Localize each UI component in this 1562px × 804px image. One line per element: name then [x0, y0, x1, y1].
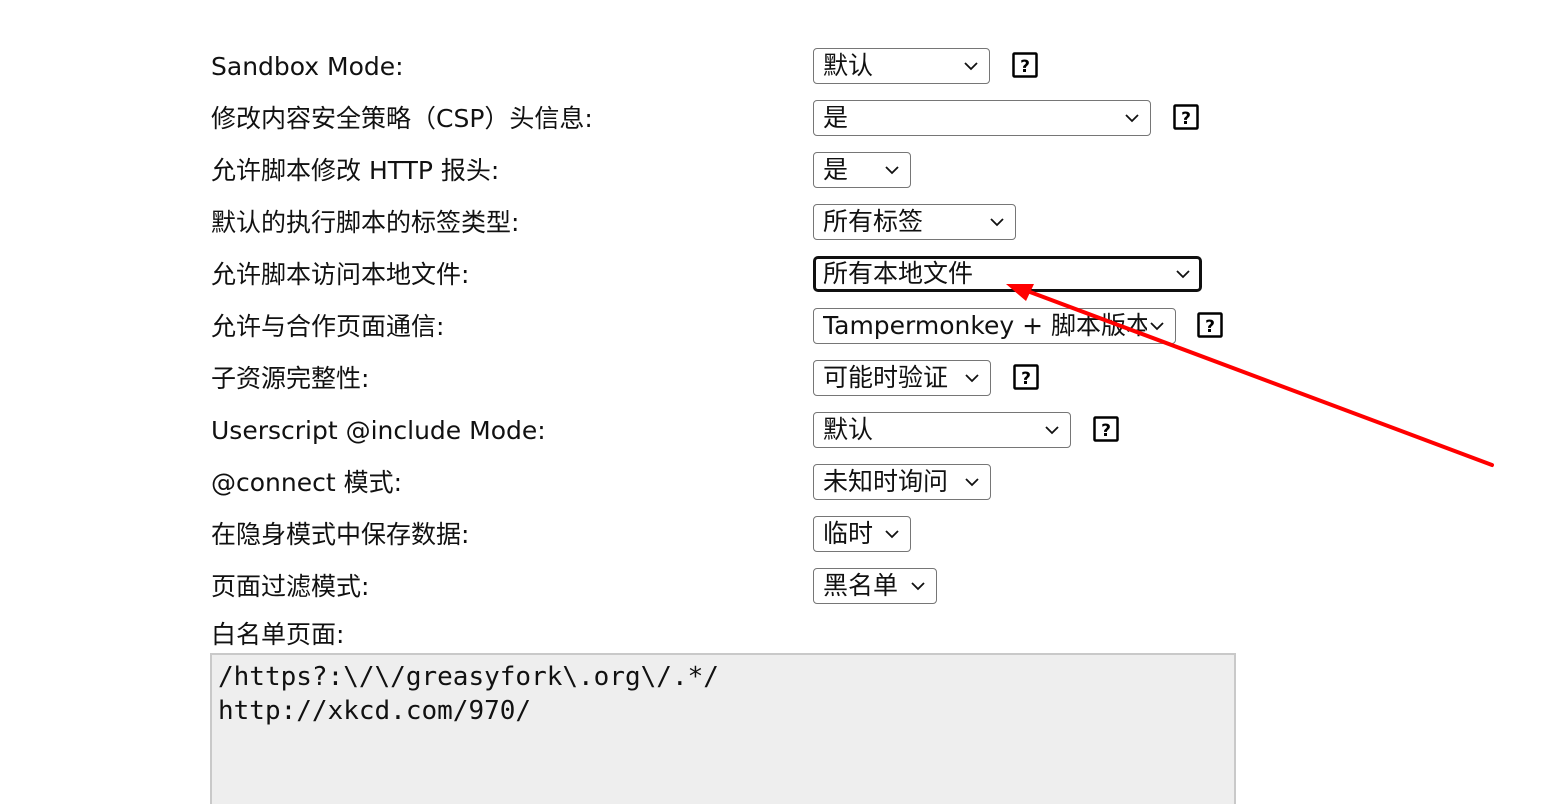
connect-mode-label: @connect 模式:	[211, 468, 403, 497]
chevron-down-icon	[1176, 270, 1190, 279]
help-icon[interactable]: ?	[1093, 416, 1119, 442]
sandbox-mode-select[interactable]: 默认	[813, 48, 990, 84]
setting-row-subresource-integrity: 子资源完整性: 可能时验证 ?	[0, 359, 1562, 399]
connect-mode-select[interactable]: 未知时询问	[813, 464, 991, 500]
local-files-value: 所有本地文件	[823, 259, 974, 288]
svg-text:?: ?	[1101, 421, 1111, 441]
setting-row-incognito-storage: 在隐身模式中保存数据: 临时	[0, 515, 1562, 555]
whitelist-label: 白名单页面:	[211, 620, 345, 649]
page-filter-mode-label: 页面过滤模式:	[211, 572, 370, 601]
setting-row-sandbox-mode: Sandbox Mode: 默认 ?	[0, 47, 1562, 87]
subresource-integrity-label: 子资源完整性:	[211, 364, 370, 393]
page-filter-mode-select[interactable]: 黑名单	[813, 568, 937, 604]
help-icon[interactable]: ?	[1012, 52, 1038, 78]
svg-text:?: ?	[1021, 369, 1031, 389]
setting-row-partner-communication: 允许与合作页面通信: Tampermonkey + 脚本版本 ?	[0, 307, 1562, 347]
whitelist-line: http://xkcd.com/970/	[218, 696, 532, 726]
tag-type-value: 所有标签	[823, 207, 924, 236]
incognito-storage-label: 在隐身模式中保存数据:	[211, 520, 470, 549]
http-headers-value: 是	[823, 155, 849, 184]
chevron-down-icon	[965, 478, 979, 487]
chevron-down-icon	[1045, 426, 1059, 435]
partner-communication-value: Tampermonkey + 脚本版本	[823, 311, 1147, 340]
settings-page: Sandbox Mode: 默认 ? 修改内容安全策略（CSP）头信息: 是 ?…	[0, 0, 1562, 804]
connect-mode-value: 未知时询问	[823, 467, 949, 496]
incognito-storage-value: 临时	[823, 519, 874, 548]
svg-text:?: ?	[1020, 57, 1030, 77]
subresource-integrity-select[interactable]: 可能时验证	[813, 360, 991, 396]
setting-row-http-headers: 允许脚本修改 HTTP 报头: 是	[0, 151, 1562, 191]
tag-type-select[interactable]: 所有标签	[813, 204, 1016, 240]
chevron-down-icon	[885, 166, 899, 175]
setting-row-include-mode: Userscript @include Mode: 默认 ?	[0, 411, 1562, 451]
partner-communication-label: 允许与合作页面通信:	[211, 312, 445, 341]
chevron-down-icon	[1125, 114, 1139, 123]
chevron-down-icon	[964, 62, 978, 71]
help-icon[interactable]: ?	[1197, 312, 1223, 338]
chevron-down-icon	[911, 582, 925, 591]
http-headers-select[interactable]: 是	[813, 152, 911, 188]
chevron-down-icon	[1150, 322, 1164, 331]
whitelist-line: /https?:\/\/greasyfork\.org\/.*/	[218, 662, 719, 692]
sandbox-mode-value: 默认	[823, 51, 874, 80]
local-files-label: 允许脚本访问本地文件:	[211, 260, 470, 289]
help-icon[interactable]: ?	[1173, 104, 1199, 130]
partner-communication-select[interactable]: Tampermonkey + 脚本版本	[813, 308, 1176, 344]
chevron-down-icon	[990, 218, 1004, 227]
page-filter-mode-value: 黑名单	[823, 571, 899, 600]
include-mode-select[interactable]: 默认	[813, 412, 1071, 448]
incognito-storage-select[interactable]: 临时	[813, 516, 911, 552]
chevron-down-icon	[965, 374, 979, 383]
svg-text:?: ?	[1205, 317, 1215, 337]
sandbox-mode-label: Sandbox Mode:	[211, 52, 404, 81]
setting-row-tag-type: 默认的执行脚本的标签类型: 所有标签	[0, 203, 1562, 243]
chevron-down-icon	[885, 530, 899, 539]
include-mode-label: Userscript @include Mode:	[211, 416, 546, 445]
subresource-integrity-value: 可能时验证	[823, 363, 949, 392]
setting-row-csp: 修改内容安全策略（CSP）头信息: 是 ?	[0, 99, 1562, 139]
tag-type-label: 默认的执行脚本的标签类型:	[211, 208, 520, 237]
csp-value: 是	[823, 103, 849, 132]
csp-select[interactable]: 是	[813, 100, 1151, 136]
http-headers-label: 允许脚本修改 HTTP 报头:	[211, 156, 500, 185]
local-files-select[interactable]: 所有本地文件	[813, 256, 1202, 292]
csp-label: 修改内容安全策略（CSP）头信息:	[211, 104, 593, 133]
whitelist-textarea[interactable]: /https?:\/\/greasyfork\.org\/.*/ http://…	[210, 653, 1236, 804]
setting-row-local-files: 允许脚本访问本地文件: 所有本地文件	[0, 255, 1562, 295]
include-mode-value: 默认	[823, 415, 874, 444]
help-icon[interactable]: ?	[1013, 364, 1039, 390]
svg-text:?: ?	[1181, 109, 1191, 129]
setting-row-connect-mode: @connect 模式: 未知时询问	[0, 463, 1562, 503]
setting-row-page-filter-mode: 页面过滤模式: 黑名单	[0, 567, 1562, 607]
